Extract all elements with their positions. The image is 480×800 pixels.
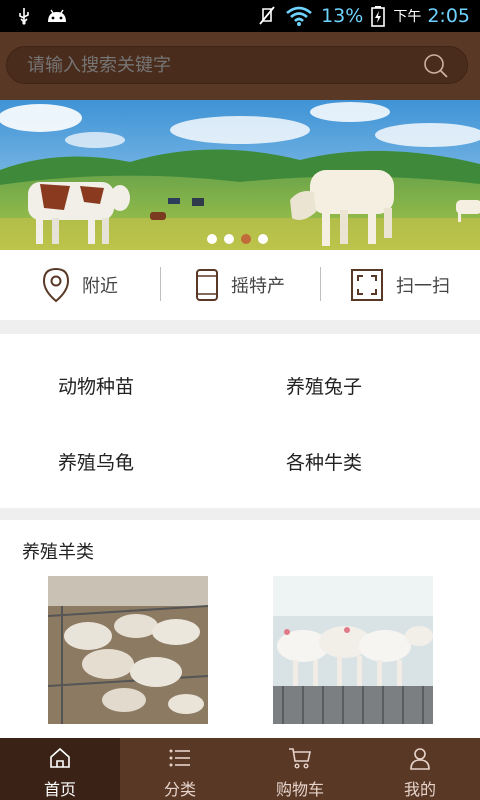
usb-icon bbox=[19, 8, 29, 25]
carousel-indicator bbox=[207, 234, 268, 244]
battery-percent: 13% bbox=[321, 5, 364, 27]
tab-label: 购物车 bbox=[275, 780, 324, 799]
carousel-dot[interactable] bbox=[224, 234, 234, 244]
product-image bbox=[273, 576, 433, 724]
banner-carousel[interactable] bbox=[0, 100, 480, 250]
category-cattle[interactable]: 各种牛类 bbox=[286, 448, 362, 475]
quick-action-shake[interactable]: 摇特产 bbox=[160, 250, 320, 320]
product-image bbox=[48, 576, 208, 724]
tab-categories[interactable]: 分类 bbox=[120, 738, 240, 800]
product-card[interactable] bbox=[273, 576, 433, 724]
category-rabbits[interactable]: 养殖兔子 bbox=[286, 372, 362, 399]
user-icon bbox=[410, 748, 430, 770]
home-icon bbox=[50, 747, 70, 768]
divider bbox=[320, 267, 321, 301]
product-section: 养殖羊类 bbox=[0, 520, 480, 738]
scan-icon bbox=[351, 269, 383, 301]
quick-action-scan[interactable]: 扫一扫 bbox=[320, 250, 480, 320]
section-gap bbox=[0, 508, 480, 520]
category-turtles[interactable]: 养殖乌龟 bbox=[58, 448, 134, 475]
time-prefix: 下午 bbox=[393, 9, 422, 25]
tab-home[interactable]: 首页 bbox=[0, 738, 120, 800]
search-input[interactable] bbox=[27, 47, 407, 85]
banner-image bbox=[0, 100, 480, 250]
quick-action-label: 摇特产 bbox=[231, 276, 285, 297]
search-bar[interactable] bbox=[6, 46, 468, 85]
wifi-icon bbox=[286, 6, 312, 26]
tab-profile[interactable]: 我的 bbox=[360, 738, 480, 800]
section-title: 养殖羊类 bbox=[22, 542, 94, 563]
list-icon bbox=[169, 749, 190, 767]
android-icon bbox=[48, 9, 66, 22]
category-animal-seedlings[interactable]: 动物种苗 bbox=[58, 372, 134, 399]
clock: 2:05 bbox=[427, 5, 470, 27]
battery-icon bbox=[371, 6, 386, 27]
search-icon[interactable] bbox=[423, 53, 449, 79]
tab-label: 分类 bbox=[163, 780, 196, 799]
category-grid: 动物种苗 养殖兔子 养殖乌龟 各种牛类 bbox=[0, 334, 480, 508]
phone-icon bbox=[196, 269, 218, 301]
app-screen: 13% 下午 2:05 请输入搜索关键字 附近 摇特产 扫一扫 动物种苗 养殖兔… bbox=[0, 0, 480, 800]
quick-action-nearby[interactable]: 附近 bbox=[0, 250, 160, 320]
tab-cart[interactable]: 购物车 bbox=[240, 738, 360, 800]
bottom-nav: 首页 分类 购物车 我的 bbox=[0, 738, 480, 800]
quick-action-label: 扫一扫 bbox=[396, 276, 450, 297]
mute-icon bbox=[259, 6, 275, 25]
app-header bbox=[0, 32, 480, 100]
location-pin-icon bbox=[42, 267, 70, 303]
divider bbox=[160, 267, 161, 301]
carousel-dot[interactable] bbox=[207, 234, 217, 244]
tab-label: 首页 bbox=[43, 780, 76, 799]
quick-action-label: 附近 bbox=[82, 276, 118, 297]
carousel-dot-active[interactable] bbox=[241, 234, 251, 244]
cart-icon bbox=[289, 748, 311, 769]
section-gap bbox=[0, 320, 480, 334]
status-bar: 13% 下午 2:05 bbox=[0, 0, 480, 32]
tab-label: 我的 bbox=[403, 780, 436, 799]
quick-actions-bar: 附近 摇特产 扫一扫 bbox=[0, 250, 480, 320]
carousel-dot[interactable] bbox=[258, 234, 268, 244]
product-card[interactable] bbox=[48, 576, 208, 724]
